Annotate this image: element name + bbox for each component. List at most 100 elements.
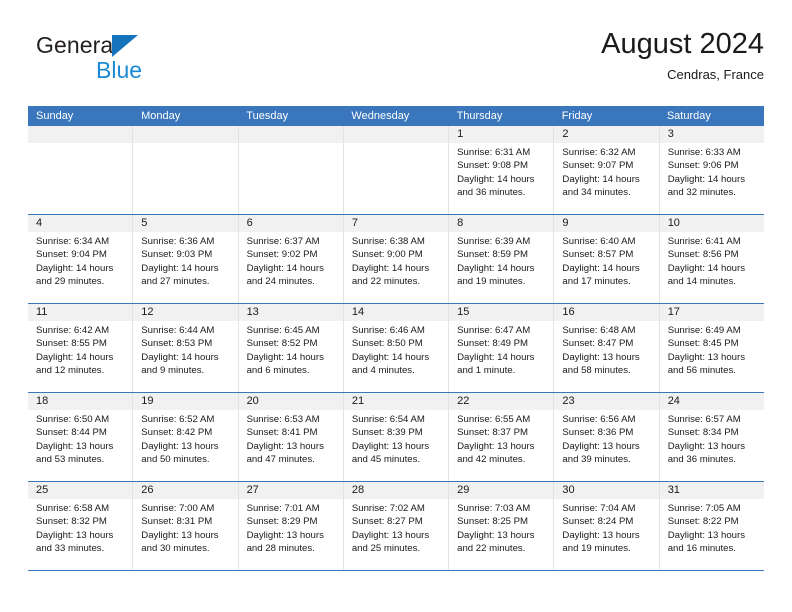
day-sun-info: Sunrise: 6:53 AM Sunset: 8:41 PM Daylight:… <box>239 410 343 467</box>
day-cell-empty <box>28 126 134 214</box>
day-cell[interactable]: 24 Sunrise: 6:57 AM Sunset: 8:34 PM Dayligh… <box>659 393 764 481</box>
daylight-text: Daylight: 14 hours and 34 minutes. <box>562 173 640 199</box>
day-cell[interactable]: 16 Sunrise: 6:48 AM Sunset: 8:47 PM Dayligh… <box>554 304 660 392</box>
brand-name-blue: Blue <box>96 57 143 83</box>
daylight-text: Daylight: 13 hours and 42 minutes. <box>457 440 535 466</box>
daylight-text: Daylight: 14 hours and 4 minutes. <box>351 351 430 377</box>
day-number: 24 <box>659 393 764 410</box>
triangle-icon <box>112 35 138 57</box>
sunrise-text: Sunrise: 6:45 AM <box>246 325 320 336</box>
day-cell[interactable]: 23 Sunrise: 6:56 AM Sunset: 8:36 PM Dayligh… <box>554 393 660 481</box>
page-title: August 2024 <box>601 28 764 60</box>
day-cell[interactable]: 12 Sunrise: 6:44 AM Sunset: 8:53 PM Dayligh… <box>133 304 239 392</box>
day-cell[interactable]: 4 Sunrise: 6:34 AM Sunset: 9:04 PM Daylight… <box>28 215 134 303</box>
day-cell[interactable]: 21 Sunrise: 6:54 AM Sunset: 8:39 PM Dayligh… <box>343 393 450 481</box>
sunrise-text: Sunrise: 7:04 AM <box>562 503 636 514</box>
day-sun-info: Sunrise: 6:36 AM Sunset: 9:03 PM Daylight:… <box>133 232 237 289</box>
sunset-text: Sunset: 8:36 PM <box>562 427 634 439</box>
day-sun-info: Sunrise: 6:41 AM Sunset: 8:56 PM Daylight:… <box>660 232 764 289</box>
day-cell-empty <box>133 126 239 214</box>
daylight-text: Daylight: 14 hours and 12 minutes. <box>36 351 114 377</box>
brand-logo[interactable]: General Blue <box>36 32 236 94</box>
brand-name-general: General <box>36 32 119 58</box>
day-cell[interactable]: 5 Sunrise: 6:36 AM Sunset: 9:03 PM Daylight… <box>133 215 239 303</box>
weekday-header-thursday: Thursday <box>456 110 503 122</box>
day-number: 13 <box>238 304 343 321</box>
daylight-text: Daylight: 13 hours and 22 minutes. <box>457 529 535 555</box>
day-number: 25 <box>28 482 133 499</box>
day-number: 6 <box>238 215 343 232</box>
sunrise-text: Sunrise: 6:34 AM <box>36 236 110 247</box>
title-block: August 2024 Cendras, France <box>601 26 764 84</box>
day-cell[interactable]: 1 Sunrise: 6:31 AM Sunset: 9:08 PM Daylight… <box>449 126 555 214</box>
day-cell[interactable]: 2 Sunrise: 6:32 AM Sunset: 9:07 PM Daylight… <box>554 126 660 214</box>
sunrise-text: Sunrise: 6:48 AM <box>562 325 636 336</box>
day-cell[interactable]: 20 Sunrise: 6:53 AM Sunset: 8:41 PM Dayligh… <box>238 393 344 481</box>
day-cell[interactable]: 26 Sunrise: 7:00 AM Sunset: 8:31 PM Dayligh… <box>133 482 239 570</box>
day-cell[interactable]: 14 Sunrise: 6:46 AM Sunset: 8:50 PM Dayligh… <box>343 304 450 392</box>
day-sun-info: Sunrise: 6:33 AM Sunset: 9:06 PM Daylight:… <box>660 143 764 200</box>
day-cell[interactable]: 18 Sunrise: 6:50 AM Sunset: 8:44 PM Dayligh… <box>28 393 134 481</box>
day-cell[interactable]: 10 Sunrise: 6:41 AM Sunset: 8:56 PM Dayligh… <box>659 215 764 303</box>
sunrise-text: Sunrise: 6:57 AM <box>667 414 741 425</box>
day-cell[interactable]: 3 Sunrise: 6:33 AM Sunset: 9:06 PM Daylight… <box>659 126 764 214</box>
sunrise-text: Sunrise: 7:05 AM <box>667 503 741 514</box>
sunset-text: Sunset: 8:42 PM <box>141 427 213 439</box>
sunrise-text: Sunrise: 6:53 AM <box>246 414 320 425</box>
daylight-text: Daylight: 13 hours and 53 minutes. <box>36 440 114 466</box>
sunset-text: Sunset: 9:07 PM <box>562 160 634 172</box>
daylight-text: Daylight: 13 hours and 25 minutes. <box>351 529 430 555</box>
sunrise-text: Sunrise: 6:52 AM <box>141 414 215 425</box>
sunset-text: Sunset: 9:04 PM <box>36 249 107 261</box>
day-number: 22 <box>449 393 554 410</box>
day-cell[interactable]: 11 Sunrise: 6:42 AM Sunset: 8:55 PM Dayligh… <box>28 304 134 392</box>
day-number: 30 <box>554 482 659 499</box>
daylight-text: Daylight: 13 hours and 19 minutes. <box>562 529 640 555</box>
day-cell[interactable]: 22 Sunrise: 6:55 AM Sunset: 8:37 PM Dayligh… <box>449 393 555 481</box>
daylight-text: Daylight: 14 hours and 24 minutes. <box>246 262 324 288</box>
day-cell[interactable]: 8 Sunrise: 6:39 AM Sunset: 8:59 PM Daylight… <box>449 215 555 303</box>
weekday-header-saturday: Saturday <box>666 110 711 122</box>
day-cell[interactable]: 29 Sunrise: 7:03 AM Sunset: 8:25 PM Dayligh… <box>449 482 555 570</box>
day-sun-info: Sunrise: 6:56 AM Sunset: 8:36 PM Daylight:… <box>554 410 658 467</box>
sunrise-text: Sunrise: 6:40 AM <box>562 236 636 247</box>
day-cell-empty <box>238 126 344 214</box>
day-cell[interactable]: 31 Sunrise: 7:05 AM Sunset: 8:22 PM Dayligh… <box>659 482 764 570</box>
day-cell[interactable]: 27 Sunrise: 7:01 AM Sunset: 8:29 PM Dayligh… <box>238 482 344 570</box>
day-cell[interactable]: 25 Sunrise: 6:58 AM Sunset: 8:32 PM Dayligh… <box>28 482 134 570</box>
day-cell[interactable]: 7 Sunrise: 6:38 AM Sunset: 9:00 PM Daylight… <box>343 215 450 303</box>
sunset-text: Sunset: 8:34 PM <box>667 427 739 439</box>
day-number: 23 <box>554 393 659 410</box>
day-cell[interactable]: 6 Sunrise: 6:37 AM Sunset: 9:02 PM Daylight… <box>238 215 344 303</box>
daylight-text: Daylight: 13 hours and 47 minutes. <box>246 440 324 466</box>
day-number: 28 <box>343 482 449 499</box>
day-cell[interactable]: 28 Sunrise: 7:02 AM Sunset: 8:27 PM Dayligh… <box>343 482 450 570</box>
sunrise-text: Sunrise: 6:33 AM <box>667 147 741 158</box>
daylight-text: Daylight: 14 hours and 27 minutes. <box>141 262 219 288</box>
day-cell[interactable]: 19 Sunrise: 6:52 AM Sunset: 8:42 PM Dayligh… <box>133 393 239 481</box>
day-sun-info: Sunrise: 7:05 AM Sunset: 8:22 PM Daylight:… <box>660 499 764 556</box>
daylight-text: Daylight: 14 hours and 1 minute. <box>457 351 535 377</box>
day-cell[interactable]: 9 Sunrise: 6:40 AM Sunset: 8:57 PM Daylight… <box>554 215 660 303</box>
day-cell[interactable]: 13 Sunrise: 6:45 AM Sunset: 8:52 PM Dayligh… <box>238 304 344 392</box>
day-cell[interactable]: 17 Sunrise: 6:49 AM Sunset: 8:45 PM Dayligh… <box>659 304 764 392</box>
daylight-text: Daylight: 14 hours and 22 minutes. <box>351 262 430 288</box>
sunrise-text: Sunrise: 7:02 AM <box>351 503 425 514</box>
sunset-text: Sunset: 8:27 PM <box>351 516 423 528</box>
daylight-text: Daylight: 14 hours and 14 minutes. <box>667 262 746 288</box>
daylight-text: Daylight: 14 hours and 36 minutes. <box>457 173 535 199</box>
weekday-header-sunday: Sunday <box>36 110 74 122</box>
sunrise-text: Sunrise: 6:56 AM <box>562 414 636 425</box>
daylight-text: Daylight: 13 hours and 28 minutes. <box>246 529 324 555</box>
sunset-text: Sunset: 9:00 PM <box>351 249 423 261</box>
day-number <box>343 126 449 143</box>
sunrise-text: Sunrise: 6:39 AM <box>457 236 531 247</box>
day-sun-info: Sunrise: 7:02 AM Sunset: 8:27 PM Daylight:… <box>344 499 448 556</box>
sunset-text: Sunset: 8:55 PM <box>36 338 107 350</box>
day-number: 5 <box>133 215 238 232</box>
sunrise-text: Sunrise: 6:37 AM <box>246 236 320 247</box>
daylight-text: Daylight: 13 hours and 45 minutes. <box>351 440 430 466</box>
day-cell[interactable]: 15 Sunrise: 6:47 AM Sunset: 8:49 PM Dayligh… <box>449 304 555 392</box>
day-cell[interactable]: 30 Sunrise: 7:04 AM Sunset: 8:24 PM Dayligh… <box>554 482 660 570</box>
day-sun-info: Sunrise: 6:46 AM Sunset: 8:50 PM Daylight:… <box>344 321 448 378</box>
